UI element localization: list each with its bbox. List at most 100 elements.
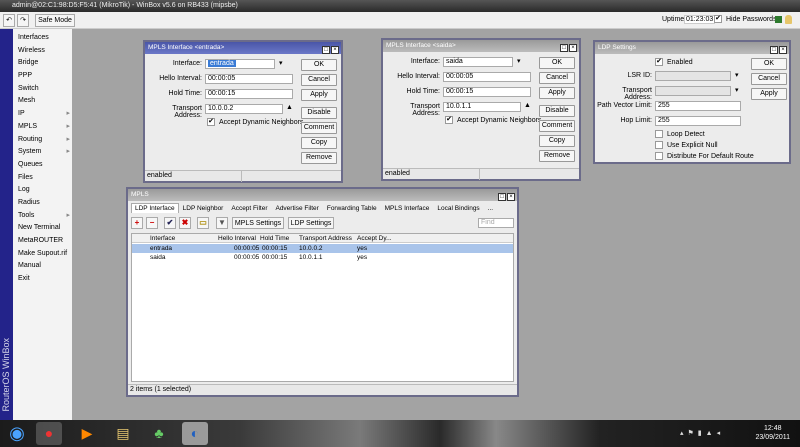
- close-icon[interactable]: ×: [569, 44, 577, 52]
- tab-local-bindings[interactable]: Local Bindings: [433, 203, 483, 214]
- table-row[interactable]: entrada 00:00:05 00:00:15 10.0.0.2 yes: [132, 244, 513, 253]
- sidebar-item-mpls[interactable]: MPLS ▸: [18, 121, 72, 134]
- column-header[interactable]: Transport Address: [299, 234, 352, 243]
- window-title-bar[interactable]: MPLS Interface <entrada> □ ×: [145, 42, 341, 54]
- cancel-button[interactable]: Cancel: [301, 74, 337, 86]
- close-icon[interactable]: ×: [779, 46, 787, 54]
- sidebar-item-files[interactable]: Files: [18, 172, 72, 185]
- sidebar-item-wireless[interactable]: Wireless: [18, 45, 72, 58]
- undo-button[interactable]: ↶: [3, 14, 15, 27]
- sidebar-item-queues[interactable]: Queues: [18, 159, 72, 172]
- window-title-bar[interactable]: MPLS □ ×: [128, 189, 517, 201]
- messenger-taskbar-icon[interactable]: ♣: [146, 422, 172, 445]
- tab-forwarding-table[interactable]: Forwarding Table: [323, 203, 381, 214]
- enable-icon[interactable]: ✔: [164, 217, 176, 229]
- collapse-arrow-icon[interactable]: ▲: [286, 104, 293, 111]
- sidebar-item-interfaces[interactable]: Interfaces: [18, 32, 72, 45]
- interface-select[interactable]: saida: [443, 57, 513, 67]
- hold-time-input[interactable]: 00:00:15: [443, 87, 531, 97]
- copy-button[interactable]: Copy: [301, 137, 337, 149]
- transport-address-input[interactable]: 10.0.1.1: [443, 102, 521, 112]
- loop-detect-checkbox[interactable]: Loop Detect: [655, 130, 705, 138]
- dropdown-icon[interactable]: ▾: [279, 59, 283, 67]
- comment-icon[interactable]: ▭: [197, 217, 209, 229]
- window-title-bar[interactable]: MPLS Interface <saida> □ ×: [383, 40, 579, 52]
- sidebar-item-metarouter[interactable]: MetaROUTER: [18, 235, 72, 248]
- accept-dynamic-neighbors-checkbox[interactable]: ✔ Accept Dynamic Neighbors: [207, 118, 303, 126]
- hop-limit-input[interactable]: 255: [655, 116, 741, 126]
- dropdown-icon[interactable]: ▾: [517, 57, 521, 65]
- dropdown-icon[interactable]: ▾: [735, 86, 739, 94]
- tray-icons[interactable]: ▴⚑▮▲◂: [680, 429, 724, 437]
- close-icon[interactable]: ×: [507, 193, 515, 201]
- apply-button[interactable]: Apply: [301, 89, 337, 101]
- sidebar-item-make-supout-rif[interactable]: Make Supout.rif: [18, 248, 72, 261]
- comment-button[interactable]: Comment: [539, 120, 575, 132]
- tab-accept-filter[interactable]: Accept Filter: [227, 203, 271, 214]
- apply-button[interactable]: Apply: [539, 87, 575, 99]
- collapse-arrow-icon[interactable]: ▲: [524, 102, 531, 109]
- sidebar-item-log[interactable]: Log: [18, 184, 72, 197]
- clock[interactable]: 12:48 23/09/2011: [755, 424, 790, 442]
- sidebar-item-routing[interactable]: Routing ▸: [18, 134, 72, 147]
- remove-button[interactable]: Remove: [301, 152, 337, 164]
- maximize-icon[interactable]: □: [498, 193, 506, 201]
- sidebar-item-bridge[interactable]: Bridge: [18, 57, 72, 70]
- tab-advertise-filter[interactable]: Advertise Filter: [271, 203, 322, 214]
- interface-select[interactable]: entrada: [208, 60, 236, 67]
- redo-button[interactable]: ↷: [17, 14, 29, 27]
- dropdown-icon[interactable]: ▾: [735, 71, 739, 79]
- mpls-settings-button[interactable]: MPLS Settings: [232, 217, 284, 229]
- tab-mpls-interface[interactable]: MPLS Interface: [381, 203, 434, 214]
- column-header[interactable]: Interface: [150, 234, 175, 243]
- media-player-taskbar-icon[interactable]: ▶: [74, 422, 100, 445]
- sidebar-item-radius[interactable]: Radius: [18, 197, 72, 210]
- ok-button[interactable]: OK: [539, 57, 575, 69]
- add-icon[interactable]: +: [131, 217, 143, 229]
- enabled-checkbox[interactable]: ✔ Enabled: [655, 58, 693, 66]
- path-vector-limit-input[interactable]: 255: [655, 101, 741, 111]
- close-icon[interactable]: ×: [331, 46, 339, 54]
- comment-button[interactable]: Comment: [301, 122, 337, 134]
- sidebar-item-switch[interactable]: Switch: [18, 83, 72, 96]
- column-header[interactable]: Accept Dy...: [357, 234, 392, 243]
- sidebar-item-tools[interactable]: Tools ▸: [18, 210, 72, 223]
- ldp-settings-button[interactable]: LDP Settings: [288, 217, 334, 229]
- hello-interval-input[interactable]: 00:00:05: [205, 74, 293, 84]
- disable-button[interactable]: Disable: [301, 107, 337, 119]
- column-header[interactable]: Hold Time: [260, 234, 289, 243]
- sidebar-item-new-terminal[interactable]: New Terminal: [18, 222, 72, 235]
- window-title-bar[interactable]: LDP Settings □ ×: [595, 42, 789, 54]
- apply-button[interactable]: Apply: [751, 88, 787, 100]
- transport-address-input[interactable]: [655, 86, 731, 96]
- sidebar-item-manual[interactable]: Manual: [18, 260, 72, 273]
- remove-button[interactable]: Remove: [539, 150, 575, 162]
- column-header[interactable]: Hello Interval: [218, 234, 256, 243]
- tab-ldp-neighbor[interactable]: LDP Neighbor: [179, 203, 228, 214]
- accept-dynamic-neighbors-checkbox[interactable]: ✔ Accept Dynamic Neighbors: [445, 116, 541, 124]
- tab-ldp-interface[interactable]: LDP Interface: [131, 203, 179, 213]
- hello-interval-input[interactable]: 00:00:05: [443, 72, 531, 82]
- disable-icon[interactable]: ✖: [179, 217, 191, 229]
- find-input[interactable]: Find: [478, 218, 514, 228]
- transport-address-input[interactable]: 10.0.0.2: [205, 104, 283, 114]
- copy-button[interactable]: Copy: [539, 135, 575, 147]
- chrome-taskbar-icon[interactable]: ●: [36, 422, 62, 445]
- tab--[interactable]: ...: [484, 203, 497, 214]
- cancel-button[interactable]: Cancel: [539, 72, 575, 84]
- hold-time-input[interactable]: 00:00:15: [205, 89, 293, 99]
- maximize-icon[interactable]: □: [770, 46, 778, 54]
- use-explicit-null-checkbox[interactable]: Use Explicit Null: [655, 141, 718, 149]
- sidebar-item-system[interactable]: System ▸: [18, 146, 72, 159]
- safe-mode-button[interactable]: Safe Mode: [35, 14, 75, 27]
- ok-button[interactable]: OK: [301, 59, 337, 71]
- sidebar-item-ppp[interactable]: PPP: [18, 70, 72, 83]
- lsr-id-input[interactable]: [655, 71, 731, 81]
- sidebar-item-ip[interactable]: IP ▸: [18, 108, 72, 121]
- winbox-taskbar-icon[interactable]: ◐: [182, 422, 208, 445]
- maximize-icon[interactable]: □: [322, 46, 330, 54]
- remove-icon[interactable]: −: [146, 217, 158, 229]
- sidebar-item-mesh[interactable]: Mesh: [18, 95, 72, 108]
- sidebar-item-exit[interactable]: Exit: [18, 273, 72, 286]
- filter-icon[interactable]: ▼: [216, 217, 228, 229]
